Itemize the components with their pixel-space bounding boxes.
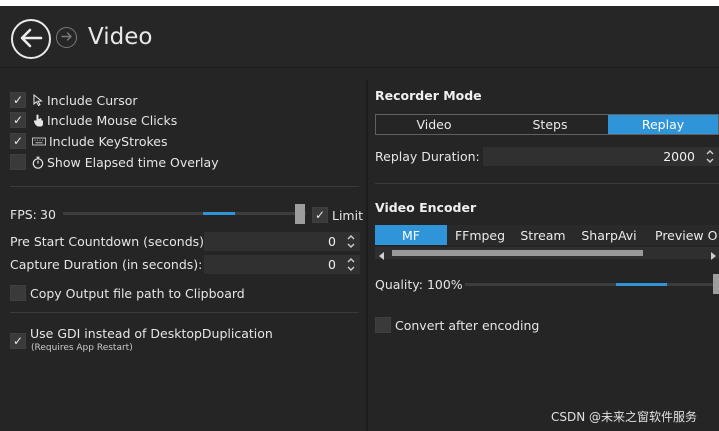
replay-duration-label: Replay Duration: — [375, 149, 480, 164]
copy-output-path-checkbox[interactable] — [10, 285, 26, 301]
use-gdi-note: (Requires App Restart) — [31, 343, 133, 353]
quality-label: Quality: 100% — [375, 277, 463, 292]
capture-duration-input[interactable]: 0 — [204, 255, 360, 274]
pre-start-countdown-spinner[interactable] — [346, 233, 356, 250]
include-mouse-clicks-label: Include Mouse Clicks — [47, 112, 178, 128]
include-cursor-checkbox[interactable]: ✓ — [10, 92, 26, 108]
scroll-right-icon[interactable] — [710, 249, 716, 263]
watermark: CSDN @未来之窗软件服务 — [551, 410, 698, 424]
quality-slider-highlight — [616, 283, 667, 286]
hand-pointer-icon — [32, 114, 44, 126]
video-encoder-title: Video Encoder — [375, 200, 477, 215]
header: Video — [0, 6, 719, 68]
fps-slider[interactable] — [63, 212, 306, 215]
include-keystrokes-label: Include KeyStrokes — [49, 133, 168, 149]
show-elapsed-time-label: Show Elapsed time Overlay — [47, 154, 219, 170]
include-mouse-clicks-checkbox[interactable]: ✓ — [10, 112, 26, 128]
replay-duration-spinner[interactable] — [705, 148, 715, 165]
fps-limit-option[interactable]: ✓ Limit — [312, 206, 363, 224]
fps-value: 30 — [40, 207, 56, 222]
convert-after-encoding-label: Convert after encoding — [395, 317, 540, 333]
forward-button[interactable] — [56, 27, 77, 48]
keyboard-icon — [32, 135, 46, 147]
tab-stream[interactable]: Stream — [513, 225, 573, 245]
scrollbar-thumb[interactable] — [392, 250, 643, 256]
mode-option-replay[interactable]: Replay — [608, 115, 718, 134]
mode-option-steps[interactable]: Steps — [492, 115, 608, 134]
capture-duration-label: Capture Duration (in seconds): — [10, 257, 203, 272]
show-elapsed-time-checkbox[interactable] — [10, 154, 26, 170]
separator — [10, 312, 359, 313]
fps-slider-highlight — [203, 212, 235, 215]
mode-option-video[interactable]: Video — [376, 115, 492, 134]
convert-after-encoding-option[interactable]: Convert after encoding — [375, 316, 539, 334]
fps-limit-label: Limit — [332, 207, 363, 223]
pre-start-countdown-label: Pre Start Countdown (seconds): — [10, 234, 209, 249]
encoder-tabs: MF FFmpeg Stream SharpAvi Preview O — [375, 225, 719, 245]
stopwatch-icon — [32, 156, 44, 169]
separator — [375, 183, 719, 184]
replay-duration-input[interactable]: 2000 — [483, 147, 719, 166]
use-gdi-option[interactable]: ✓ — [10, 332, 26, 350]
recorder-mode-title: Recorder Mode — [375, 88, 482, 103]
scroll-left-icon[interactable] — [379, 249, 385, 263]
include-keystrokes-checkbox[interactable]: ✓ — [10, 133, 26, 149]
copy-output-path-label: Copy Output file path to Clipboard — [30, 285, 245, 301]
copy-output-path-option[interactable]: Copy Output file path to Clipboard — [10, 284, 245, 302]
capture-duration-spinner[interactable] — [346, 256, 356, 273]
arrow-left-icon — [19, 27, 43, 52]
pre-start-countdown-input[interactable]: 0 — [204, 232, 360, 251]
tab-sharpavi[interactable]: SharpAvi — [573, 225, 645, 245]
separator — [10, 186, 359, 187]
include-cursor-option[interactable]: ✓ Include Cursor — [10, 91, 138, 109]
tab-mf[interactable]: MF — [375, 225, 447, 245]
fps-label: FPS: — [10, 207, 37, 222]
page-title: Video — [88, 24, 153, 50]
arrow-right-icon — [60, 31, 73, 45]
tab-ffmpeg[interactable]: FFmpeg — [447, 225, 513, 245]
tab-preview[interactable]: Preview O — [645, 225, 719, 245]
include-keystrokes-option[interactable]: ✓ Include KeyStrokes — [10, 132, 167, 150]
use-gdi-label: Use GDI instead of DesktopDuplication — [30, 326, 273, 341]
quality-slider[interactable] — [465, 283, 719, 286]
panel-divider — [366, 80, 368, 431]
encoder-tabs-scrollbar[interactable] — [375, 247, 719, 260]
convert-after-encoding-checkbox[interactable] — [375, 317, 391, 333]
back-button[interactable] — [11, 19, 51, 59]
use-gdi-checkbox[interactable]: ✓ — [10, 333, 26, 349]
recorder-mode-selector: Video Steps Replay — [375, 114, 719, 135]
fps-limit-checkbox[interactable]: ✓ — [312, 207, 328, 223]
show-elapsed-time-option[interactable]: Show Elapsed time Overlay — [10, 153, 219, 171]
quality-slider-thumb[interactable] — [713, 274, 719, 294]
include-cursor-label: Include Cursor — [47, 92, 138, 108]
cursor-icon — [32, 94, 44, 106]
fps-slider-thumb[interactable] — [295, 204, 305, 224]
include-mouse-clicks-option[interactable]: ✓ Include Mouse Clicks — [10, 111, 177, 129]
